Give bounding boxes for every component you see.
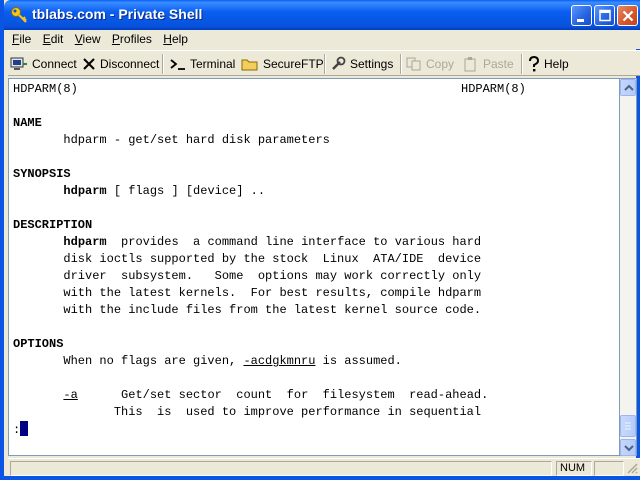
- secureftp-label: SecureFTP: [263, 57, 324, 71]
- options-line: When no flags are given, -acdgkmnru is a…: [13, 354, 402, 368]
- connect-icon: [10, 57, 27, 70]
- arrow-up-icon: [624, 84, 634, 91]
- menu-bar: File Edit View Profiles Help: [8, 30, 640, 49]
- status-message-panel: [10, 461, 552, 476]
- synopsis-line: hdparm [ flags ] [device] ..: [63, 184, 266, 198]
- section-synopsis-heading: SYNOPSIS: [13, 167, 71, 181]
- close-icon: [622, 10, 634, 22]
- copy-button[interactable]: Copy: [406, 55, 454, 73]
- toolbar-separator: [521, 54, 523, 74]
- menu-profiles[interactable]: Profiles: [108, 30, 156, 46]
- menu-view[interactable]: View: [71, 30, 105, 46]
- option-a-flag: -a: [63, 388, 78, 402]
- key-icon: [11, 7, 27, 23]
- status-bar: NUM: [8, 458, 640, 476]
- scroll-thumb[interactable]: [620, 415, 636, 437]
- toolbar: Connect Disconnect Terminal SecureFTP Se…: [8, 50, 640, 76]
- section-description-heading: DESCRIPTION: [13, 218, 93, 232]
- toolbar-separator: [324, 54, 326, 74]
- man-header-right: HDPARM(8): [461, 82, 526, 96]
- minimize-icon: [577, 19, 584, 22]
- help-icon: [529, 56, 540, 72]
- disconnect-label: Disconnect: [100, 57, 160, 71]
- option-a-line: This is used to improve performance in s…: [13, 405, 482, 419]
- section-name-heading: NAME: [13, 116, 42, 130]
- resize-grip-icon[interactable]: [626, 462, 638, 474]
- synopsis-command: hdparm: [63, 184, 107, 198]
- description-line: hdparm provides a command line interface…: [63, 235, 482, 249]
- maximize-icon: [599, 9, 611, 22]
- man-header-left: HDPARM(8): [13, 82, 78, 96]
- app-window: tblabs.com - Private Shell File Edit Vie…: [0, 0, 640, 480]
- toolbar-separator: [400, 54, 402, 74]
- paste-label: Paste: [483, 57, 514, 71]
- disconnect-icon: [83, 58, 95, 70]
- help-button[interactable]: Help: [528, 55, 569, 73]
- connect-label: Connect: [32, 57, 77, 71]
- description-command: hdparm: [63, 235, 107, 249]
- menu-file[interactable]: File: [8, 30, 35, 46]
- paste-icon: [464, 57, 476, 72]
- settings-button[interactable]: Settings: [330, 55, 393, 73]
- menu-help[interactable]: Help: [159, 30, 192, 46]
- text-cursor: [20, 421, 29, 436]
- pager-prompt: :: [13, 421, 29, 438]
- description-line: driver subsystem. Some options may work …: [13, 269, 482, 283]
- description-line: with the include files from the latest k…: [13, 303, 482, 317]
- close-button[interactable]: [617, 5, 638, 26]
- secureftp-button[interactable]: SecureFTP: [241, 55, 324, 73]
- maximize-button[interactable]: [594, 5, 615, 26]
- section-options-heading: OPTIONS: [13, 337, 64, 351]
- name-text: hdparm - get/set hard disk parameters: [13, 133, 330, 147]
- description-line: with the latest kernels. For best result…: [13, 286, 482, 300]
- scroll-down-button[interactable]: [620, 439, 636, 456]
- terminal-area[interactable]: HDPARM(8) HDPARM(8) NAME hdparm - get/se…: [8, 78, 620, 456]
- terminal-button[interactable]: Terminal: [170, 55, 235, 73]
- title-bar[interactable]: tblabs.com - Private Shell: [4, 0, 640, 30]
- description-line: disk ioctls supported by the stock Linux…: [13, 252, 482, 266]
- wrench-icon: [332, 56, 346, 70]
- copy-icon: [406, 57, 421, 71]
- toolbar-separator: [162, 54, 164, 74]
- help-label: Help: [544, 57, 569, 71]
- minimize-button[interactable]: [571, 5, 592, 26]
- terminal-icon: [170, 59, 185, 70]
- scroll-up-button[interactable]: [620, 79, 636, 96]
- menu-edit[interactable]: Edit: [39, 30, 68, 46]
- copy-label: Copy: [426, 57, 455, 71]
- vertical-scrollbar[interactable]: [620, 78, 637, 456]
- paste-button[interactable]: Paste: [463, 55, 514, 73]
- num-lock-indicator: NUM: [556, 461, 592, 476]
- default-flags: -acdgkmnru: [243, 354, 316, 368]
- option-a-line: -a Get/set sector count for filesystem r…: [63, 388, 489, 402]
- folder-icon: [241, 59, 258, 71]
- status-panel: [594, 461, 624, 476]
- window-title: tblabs.com - Private Shell: [32, 6, 203, 22]
- disconnect-button[interactable]: Disconnect: [82, 55, 159, 73]
- terminal-label: Terminal: [190, 57, 236, 71]
- grip-icon: [625, 422, 631, 430]
- settings-label: Settings: [350, 57, 394, 71]
- arrow-down-icon: [624, 445, 634, 452]
- connect-button[interactable]: Connect: [10, 55, 77, 73]
